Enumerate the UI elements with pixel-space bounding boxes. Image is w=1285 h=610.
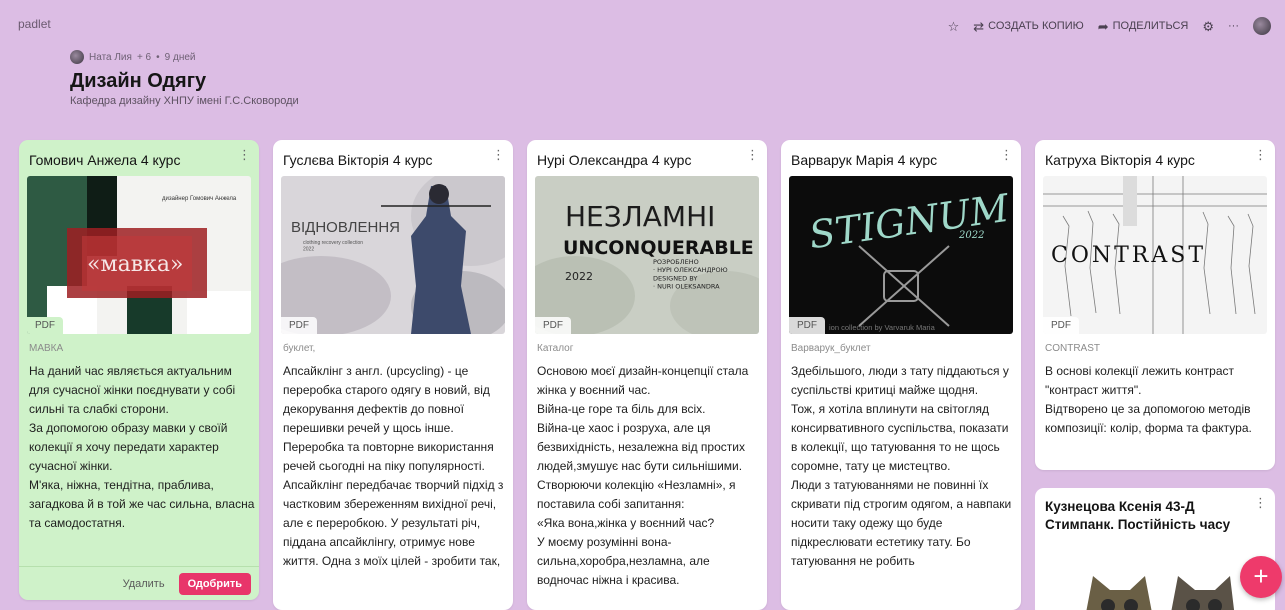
board-subtitle: Кафедра дизайну ХНПУ імені Г.С.Сковороди <box>70 95 299 107</box>
share-icon: ➦ <box>1097 18 1109 34</box>
nezlamni-cover-title: НЕЗЛАМНІ <box>565 200 715 233</box>
add-post-button[interactable]: + <box>1240 556 1282 598</box>
favorite-button[interactable]: ☆ <box>948 20 960 33</box>
card-menu-icon[interactable]: ⋮ <box>1000 147 1013 163</box>
card-body: На даний час являється актуальним для су… <box>29 364 255 530</box>
nezlamni-cover-image: НЕЗЛАМНІ UNCONQUERABLE 2022 РОЗРОБЛЕНО · … <box>535 176 759 334</box>
mavka-cover-small: дизайнер Гомович Анжела <box>162 195 237 202</box>
card-body: Основою моєї дизайн-концепції стала жінк… <box>537 364 749 587</box>
card-menu-icon[interactable]: ⋮ <box>238 147 251 163</box>
card-body: В основі колекції лежить контраст "контр… <box>1045 364 1252 435</box>
post-card-nuri[interactable]: Нурі Олександра 4 курс ⋮ НЕЗЛАМНІ UNCONQ… <box>527 140 767 610</box>
card-attachment-preview[interactable]: «мавка» дизайнер Гомович Анжела PDF <box>27 176 251 334</box>
card-title: Варварук Марія 4 курс <box>791 152 938 168</box>
post-card-gomovych[interactable]: Гомович Анжела 4 курс ⋮ «мавка» дизайнер… <box>19 140 259 600</box>
attachment-name: МАВКА <box>29 343 64 354</box>
card-attachment-preview[interactable]: НЕЗЛАМНІ UNCONQUERABLE 2022 РОЗРОБЛЕНО · … <box>535 176 759 334</box>
card-title: Кузнецова Ксенія 43-Д Стимпанк. Постійні… <box>1045 499 1231 532</box>
author-avatar <box>70 50 84 64</box>
mavka-cover-image: «мавка» дизайнер Гомович Анжела <box>27 176 251 334</box>
card-attachment-preview[interactable]: ВІДНОВЛЕННЯ clothing recovery collection… <box>281 176 505 334</box>
top-bar: padlet ☆ ⇄ СОЗДАТЬ КОПИЮ ➦ ПОДЕЛИТЬСЯ ⚙ … <box>0 0 1285 40</box>
vidnovlennia-cover-image: ВІДНОВЛЕННЯ clothing recovery collection… <box>281 176 505 334</box>
contrast-cover-title: CONTRAST <box>1051 243 1206 268</box>
pdf-badge: PDF <box>27 317 63 334</box>
pdf-badge: PDF <box>789 317 825 334</box>
pdf-badge: PDF <box>535 317 571 334</box>
stignum-cover-image: STIGNUM 2022 ion collection by Varvaruk … <box>789 176 1013 334</box>
board-age: 9 дней <box>164 51 196 63</box>
attachment-name: CONTRAST <box>1045 343 1100 354</box>
mavka-cover-title: «мавка» <box>87 252 183 277</box>
card-menu-icon[interactable]: ⋮ <box>1254 495 1267 511</box>
card-menu-icon[interactable]: ⋮ <box>746 147 759 163</box>
approve-button[interactable]: Одобрить <box>178 572 251 595</box>
board-header: Ната Лия + 6 • 9 дней Дизайн Одягу Кафед… <box>70 50 299 107</box>
copy-icon: ⇄ <box>973 18 985 34</box>
stignum-cover-year: 2022 <box>958 230 984 241</box>
stignum-cover-caption: ion collection by Varvaruk Maria <box>829 323 936 332</box>
brand-logo[interactable]: padlet <box>18 17 51 31</box>
copy-button[interactable]: ⇄ СОЗДАТЬ КОПИЮ <box>973 20 1084 33</box>
board-title: Дизайн Одягу <box>70 70 207 92</box>
likes-count: + 6 <box>136 51 152 63</box>
board-meta: Ната Лия + 6 • 9 дней <box>70 50 299 64</box>
meta-separator: • <box>156 51 160 63</box>
steampunk-mask-image <box>1086 576 1235 610</box>
moderation-actions: Удалить Одобрить <box>19 566 259 600</box>
card-attachment-preview[interactable]: STIGNUM 2022 ion collection by Varvaruk … <box>789 176 1013 334</box>
pdf-badge: PDF <box>281 317 317 334</box>
card-title: Гомович Анжела 4 курс <box>29 152 181 168</box>
share-label: ПОДЕЛИТЬСЯ <box>1112 20 1189 32</box>
card-title: Нурі Олександра 4 курс <box>537 152 692 168</box>
post-card-guslieva[interactable]: Гуслєва Вікторія 4 курс ⋮ ВІДНОВЛЕННЯ cl… <box>273 140 513 610</box>
card-attachment-preview[interactable]: CONTRAST PDF <box>1043 176 1267 334</box>
card-menu-icon[interactable]: ⋮ <box>1254 147 1267 163</box>
nezlamni-cover-year: 2022 <box>565 270 593 283</box>
author-name[interactable]: Ната Лия <box>89 52 132 63</box>
copy-label: СОЗДАТЬ КОПИЮ <box>988 20 1084 32</box>
post-card-varvaruk[interactable]: Варварук Марія 4 курс ⋮ STIGNUM 2022 ion… <box>781 140 1021 610</box>
top-actions: ☆ ⇄ СОЗДАТЬ КОПИЮ ➦ ПОДЕЛИТЬСЯ ⚙ ··· <box>948 17 1271 35</box>
delete-button[interactable]: Удалить <box>123 578 165 590</box>
attachment-name: Варварук_буклет <box>791 343 871 354</box>
post-card-katrukha[interactable]: Катруха Вікторія 4 курс ⋮ CONTRAST PDF C… <box>1035 140 1275 470</box>
attachment-name: буклет, <box>283 343 316 354</box>
contrast-cover-image: CONTRAST <box>1043 176 1267 334</box>
card-menu-icon[interactable]: ⋮ <box>492 147 505 163</box>
more-button[interactable]: ··· <box>1228 20 1239 32</box>
card-body: Здебільшого, люди з тату піддаються у су… <box>791 364 1012 568</box>
post-card-kuznetsova[interactable]: Кузнецова Ксенія 43-Д Стимпанк. Постійні… <box>1035 488 1275 610</box>
pdf-badge: PDF <box>1043 317 1079 334</box>
settings-button[interactable]: ⚙ <box>1202 20 1214 33</box>
user-avatar[interactable] <box>1253 17 1271 35</box>
card-title: Катруха Вікторія 4 курс <box>1045 152 1195 168</box>
nezlamni-cover-subtitle: UNCONQUERABLE <box>563 237 754 259</box>
star-icon: ☆ <box>947 18 960 34</box>
attachment-name: Каталог <box>537 343 574 354</box>
card-title: Гуслєва Вікторія 4 курс <box>283 152 433 168</box>
card-body: Апсайклінг з англ. (upcycling) - це пере… <box>283 364 504 568</box>
share-button[interactable]: ➦ ПОДЕЛИТЬСЯ <box>1098 20 1189 33</box>
vidnovlennia-cover-title: ВІДНОВЛЕННЯ <box>291 219 400 236</box>
gear-icon: ⚙ <box>1202 18 1214 34</box>
